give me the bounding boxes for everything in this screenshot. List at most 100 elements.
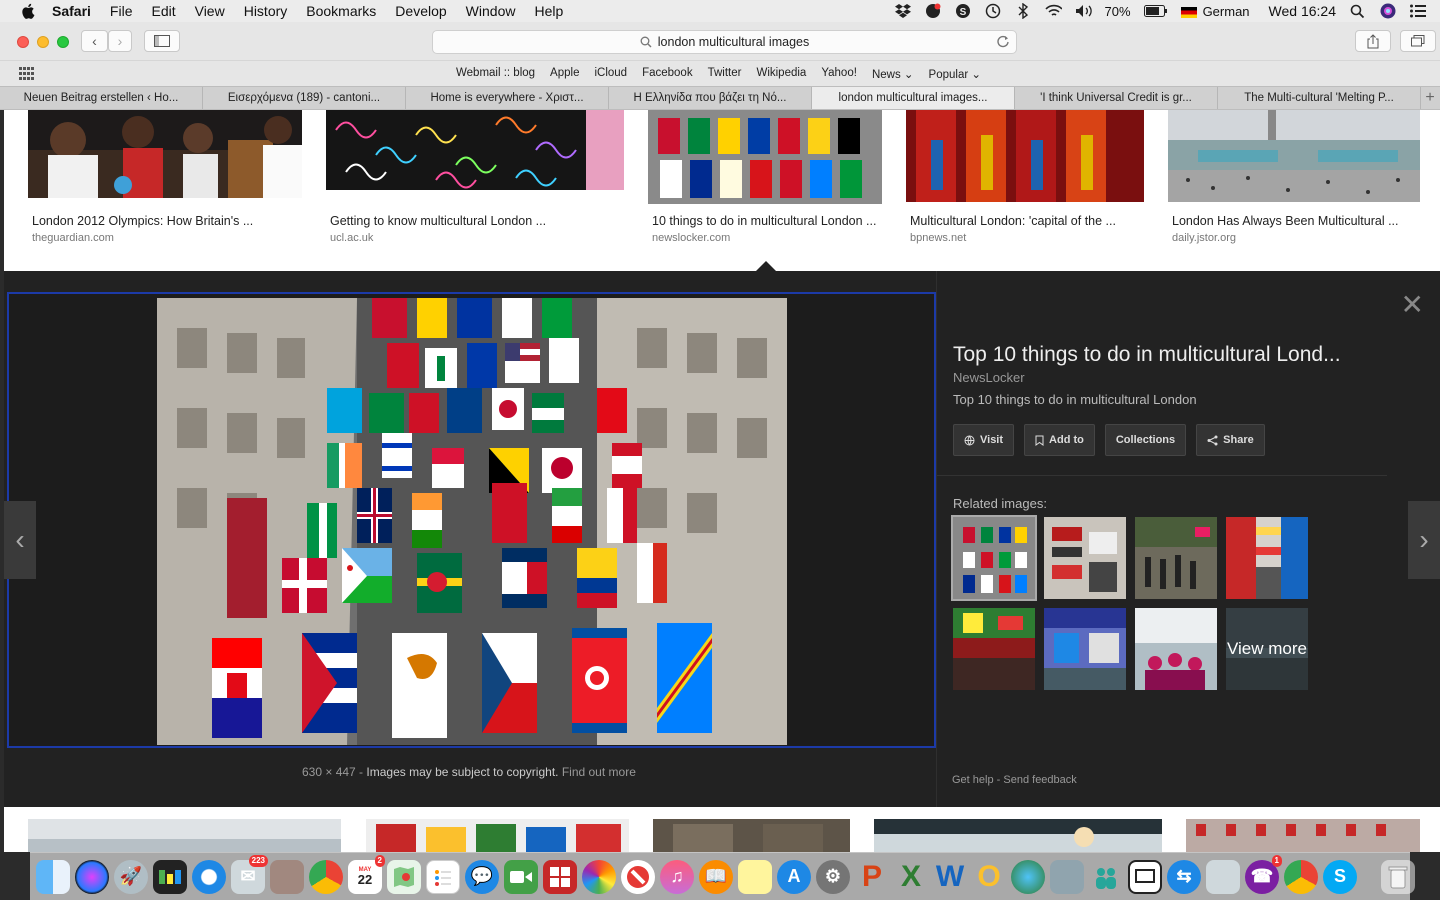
time-machine-icon[interactable] bbox=[985, 3, 1002, 20]
powerpoint-icon[interactable]: P bbox=[855, 860, 889, 894]
result-card[interactable]: London 2012 Olympics: How Britain's ... … bbox=[28, 110, 302, 244]
preview-app-icon[interactable] bbox=[1050, 859, 1084, 894]
result-card[interactable]: London Has Always Been Multicultural ...… bbox=[1168, 110, 1420, 244]
family-sharing-icon[interactable] bbox=[1089, 860, 1123, 894]
reload-icon[interactable] bbox=[996, 34, 1010, 48]
siri-dock-icon[interactable] bbox=[75, 859, 109, 894]
result-caption[interactable]: 10 things to do in multicultural London … bbox=[652, 214, 876, 228]
visit-button[interactable]: Visit bbox=[953, 424, 1015, 456]
chat-notification-icon[interactable] bbox=[925, 3, 942, 20]
result-thumbnail-image[interactable] bbox=[326, 110, 624, 190]
bookmark-folder-popular[interactable]: Popular ⌄ bbox=[929, 67, 981, 81]
window-close-button[interactable] bbox=[17, 36, 29, 48]
menu-develop[interactable]: Develop bbox=[395, 3, 446, 19]
browser-tab[interactable]: Neuen Beitrag erstellen ‹ Ho... bbox=[0, 87, 203, 109]
menu-edit[interactable]: Edit bbox=[151, 3, 175, 19]
result-thumbnail-image[interactable] bbox=[906, 110, 1144, 202]
result-thumbnail-image[interactable] bbox=[366, 819, 629, 852]
bookmark-twitter[interactable]: Twitter bbox=[708, 67, 742, 81]
menu-window[interactable]: Window bbox=[466, 3, 516, 19]
related-image-thumb[interactable] bbox=[1135, 517, 1217, 599]
skype-status-icon[interactable]: S bbox=[955, 3, 972, 20]
bookmark-webmail[interactable]: Webmail :: blog bbox=[456, 67, 535, 81]
related-image-thumb[interactable] bbox=[953, 608, 1035, 690]
screen-sharing-icon[interactable] bbox=[1128, 859, 1162, 894]
volume-icon[interactable] bbox=[1075, 3, 1092, 20]
globe-app-icon[interactable] bbox=[1011, 859, 1045, 894]
outlook-icon[interactable]: O bbox=[972, 860, 1006, 894]
menu-help[interactable]: Help bbox=[534, 3, 563, 19]
result-card[interactable]: Multicultural London: 'capital of the ..… bbox=[906, 110, 1144, 244]
view-more-related-button[interactable]: View more bbox=[1226, 608, 1308, 690]
get-help-link[interactable]: Get help bbox=[952, 774, 994, 786]
menubar-clock[interactable]: Wed 16:24 bbox=[1269, 3, 1336, 19]
window-minimize-button[interactable] bbox=[37, 36, 49, 48]
browser-tab[interactable]: Εισερχόμενα (189) - cantoni... bbox=[203, 87, 406, 109]
dropbox-icon[interactable] bbox=[895, 3, 912, 20]
add-to-button[interactable]: Add to bbox=[1024, 424, 1095, 456]
share-button[interactable]: Share bbox=[1196, 424, 1265, 456]
new-tab-button[interactable]: + bbox=[1421, 87, 1439, 109]
messages-icon[interactable]: 💬 bbox=[465, 859, 499, 894]
preview-site-name[interactable]: NewsLocker bbox=[953, 370, 1025, 385]
word-icon[interactable]: W bbox=[933, 860, 967, 894]
related-image-thumb[interactable] bbox=[1044, 517, 1126, 599]
sidebar-toggle-button[interactable] bbox=[144, 30, 180, 52]
viber-icon[interactable]: ☎ 1 bbox=[1245, 854, 1282, 894]
bookmark-facebook[interactable]: Facebook bbox=[642, 67, 693, 81]
back-button[interactable]: ‹ bbox=[81, 30, 108, 52]
wifi-icon[interactable] bbox=[1044, 3, 1062, 20]
result-card[interactable]: 10 things to do in multicultural London … bbox=[648, 110, 882, 244]
send-feedback-link[interactable]: Send feedback bbox=[1003, 774, 1076, 786]
chrome-icon[interactable] bbox=[1284, 859, 1318, 894]
result-card[interactable]: Getting to know multicultural London ...… bbox=[326, 110, 624, 244]
window-zoom-button[interactable] bbox=[57, 36, 69, 48]
safari-icon[interactable] bbox=[192, 859, 226, 894]
mail-icon[interactable]: ✉ 223 bbox=[231, 854, 268, 894]
bookmark-icloud[interactable]: iCloud bbox=[594, 67, 627, 81]
itunes-icon[interactable]: ♫ bbox=[660, 859, 694, 894]
teamviewer-icon[interactable]: ⇆ bbox=[1167, 859, 1201, 894]
show-all-bookmarks-grid-icon[interactable] bbox=[19, 67, 34, 80]
related-image-thumb[interactable] bbox=[1044, 608, 1126, 690]
browser-tab[interactable]: Η Ελληνίδα που βάζει τη Νό... bbox=[609, 87, 812, 109]
notification-center-icon[interactable] bbox=[1409, 3, 1426, 20]
notebook-icon[interactable] bbox=[270, 859, 304, 894]
books-icon[interactable]: 📖 bbox=[699, 859, 733, 894]
find-out-more-link[interactable]: Find out more bbox=[562, 765, 636, 779]
close-preview-button[interactable]: ✕ bbox=[1401, 291, 1424, 319]
apple-icon[interactable] bbox=[20, 2, 38, 20]
photos-icon[interactable] bbox=[582, 859, 616, 894]
main-image-frame[interactable] bbox=[7, 292, 936, 748]
battery-icon[interactable] bbox=[1143, 3, 1168, 20]
finder-icon[interactable] bbox=[36, 859, 70, 894]
bookmark-yahoo[interactable]: Yahoo! bbox=[821, 67, 857, 81]
calendar-icon[interactable]: MAY 22 2 bbox=[348, 854, 385, 894]
forward-button[interactable]: › bbox=[108, 30, 132, 52]
menu-app-name[interactable]: Safari bbox=[52, 3, 91, 19]
activity-monitor-icon[interactable] bbox=[153, 859, 187, 894]
excel-icon[interactable]: X bbox=[894, 860, 928, 894]
image-capture-icon[interactable] bbox=[1206, 859, 1240, 894]
result-caption[interactable]: Getting to know multicultural London ... bbox=[330, 214, 546, 228]
menu-history[interactable]: History bbox=[244, 3, 288, 19]
result-thumbnail-image[interactable] bbox=[1168, 110, 1420, 202]
related-image-thumb[interactable] bbox=[951, 515, 1037, 601]
preview-image[interactable] bbox=[157, 298, 787, 745]
address-bar[interactable]: london multicultural images bbox=[432, 30, 1017, 54]
menu-view[interactable]: View bbox=[195, 3, 225, 19]
bookmark-apple[interactable]: Apple bbox=[550, 67, 579, 81]
browser-tab[interactable]: Home is everywhere - Χριστ... bbox=[406, 87, 609, 109]
input-source[interactable]: German bbox=[1180, 4, 1250, 19]
notes-icon[interactable] bbox=[738, 859, 772, 894]
maps-icon[interactable] bbox=[387, 859, 421, 894]
siri-icon[interactable] bbox=[1379, 3, 1396, 20]
result-thumbnail-image[interactable] bbox=[874, 819, 1162, 852]
browser-tab[interactable]: 'I think Universal Credit is gr... bbox=[1015, 87, 1218, 109]
result-caption[interactable]: London 2012 Olympics: How Britain's ... bbox=[32, 214, 253, 228]
browser-tab[interactable]: The Multi-cultural 'Melting P... bbox=[1218, 87, 1421, 109]
chrome-icon[interactable] bbox=[309, 859, 343, 894]
menu-bookmarks[interactable]: Bookmarks bbox=[306, 3, 376, 19]
result-thumbnail-image[interactable] bbox=[28, 819, 341, 852]
bookmark-folder-news[interactable]: News ⌄ bbox=[872, 67, 914, 81]
